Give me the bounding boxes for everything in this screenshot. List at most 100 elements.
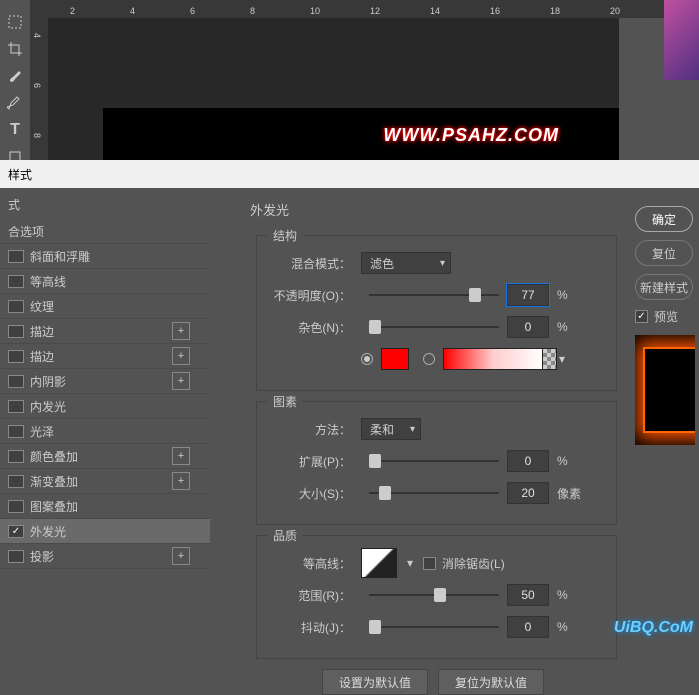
- cancel-button[interactable]: 复位: [635, 240, 693, 266]
- opacity-slider[interactable]: [369, 294, 499, 296]
- jitter-label: 抖动(J)：: [271, 619, 361, 636]
- chevron-down-icon[interactable]: ▾: [407, 556, 413, 570]
- add-icon[interactable]: +: [172, 547, 190, 565]
- settings-panel: 外发光 结构 混合模式： 滤色 不透明度(O)： % 杂色(N)： %: [210, 188, 629, 641]
- transparency-icon: [543, 348, 557, 370]
- toolbar: T: [0, 0, 30, 160]
- preview-checkbox[interactable]: [635, 310, 648, 323]
- checkbox-icon[interactable]: [8, 475, 24, 488]
- add-icon[interactable]: +: [172, 322, 190, 340]
- checkbox-icon[interactable]: [8, 550, 24, 563]
- new-style-button[interactable]: 新建样式: [635, 274, 693, 300]
- add-icon[interactable]: +: [172, 447, 190, 465]
- styles-list: 式 合选项 斜面和浮雕 等高线 纹理 描边+ 描边+ 内阴影+ 内发光 光泽 颜…: [0, 188, 210, 641]
- jitter-input[interactable]: [507, 616, 549, 638]
- style-bevel[interactable]: 斜面和浮雕: [0, 244, 210, 269]
- styles-header: 式: [0, 188, 210, 219]
- style-gradient-overlay[interactable]: 渐变叠加+: [0, 469, 210, 494]
- size-label: 大小(S)：: [271, 485, 361, 502]
- range-label: 范围(R)：: [271, 587, 361, 604]
- style-inner-shadow[interactable]: 内阴影+: [0, 369, 210, 394]
- contour-swatch[interactable]: [361, 548, 397, 578]
- checkbox-icon[interactable]: [8, 300, 24, 313]
- preview-label: 预览: [654, 308, 678, 325]
- range-slider[interactable]: [369, 594, 499, 596]
- method-label: 方法：: [271, 421, 361, 438]
- checkbox-icon[interactable]: [8, 400, 24, 413]
- ruler-horizontal: 2 4 6 8 10 12 14 16 18 20: [30, 0, 699, 18]
- add-icon[interactable]: +: [172, 472, 190, 490]
- spread-slider[interactable]: [369, 460, 499, 462]
- quality-group: 品质 等高线： ▾ 消除锯齿(L) 范围(R)： % 抖动(J)： %: [256, 535, 617, 659]
- elements-group: 图素 方法： 柔和 扩展(P)： % 大小(S)： 像素: [256, 401, 617, 525]
- opacity-input[interactable]: [507, 284, 549, 306]
- jitter-slider[interactable]: [369, 626, 499, 628]
- antialias-checkbox[interactable]: [423, 557, 436, 570]
- spread-input[interactable]: [507, 450, 549, 472]
- style-drop-shadow[interactable]: 投影+: [0, 544, 210, 569]
- checkbox-icon[interactable]: [8, 425, 24, 438]
- chevron-down-icon[interactable]: ▾: [559, 352, 565, 366]
- sample-text: WWW.PSAHZ.COM: [383, 125, 559, 146]
- style-inner-glow[interactable]: 内发光: [0, 394, 210, 419]
- blend-mode-label: 混合模式：: [271, 255, 361, 272]
- preview-box: [635, 335, 695, 445]
- group-title-structure: 结构: [267, 227, 303, 244]
- noise-input[interactable]: [507, 316, 549, 338]
- range-input[interactable]: [507, 584, 549, 606]
- group-title-elements: 图素: [267, 393, 303, 410]
- color-radio-gradient[interactable]: [423, 353, 435, 365]
- structure-group: 结构 混合模式： 滤色 不透明度(O)： % 杂色(N)： %: [256, 235, 617, 391]
- add-icon[interactable]: +: [172, 372, 190, 390]
- layer-style-dialog: 式 合选项 斜面和浮雕 等高线 纹理 描边+ 描边+ 内阴影+ 内发光 光泽 颜…: [0, 188, 699, 641]
- checkbox-icon[interactable]: [8, 275, 24, 288]
- opacity-label: 不透明度(O)：: [271, 287, 361, 304]
- thumbnail-preview: [664, 0, 699, 80]
- size-input[interactable]: [507, 482, 549, 504]
- dialog-title: 样式: [8, 166, 32, 183]
- style-stroke-1[interactable]: 描边+: [0, 319, 210, 344]
- style-color-overlay[interactable]: 颜色叠加+: [0, 444, 210, 469]
- brush-tool[interactable]: [2, 63, 28, 89]
- style-satin[interactable]: 光泽: [0, 419, 210, 444]
- size-slider[interactable]: [369, 492, 499, 494]
- ruler-vertical: 4 6 8: [30, 18, 48, 160]
- color-radio-solid[interactable]: [361, 353, 373, 365]
- noise-label: 杂色(N)：: [271, 319, 361, 336]
- editor-area: T 2 4 6 8 10 12 14 16 18 20 4 6 8 WWW.PS…: [0, 0, 699, 160]
- contour-label: 等高线：: [271, 555, 361, 572]
- marquee-tool[interactable]: [2, 9, 28, 35]
- add-icon[interactable]: +: [172, 347, 190, 365]
- checkbox-icon[interactable]: [8, 325, 24, 338]
- style-stroke-2[interactable]: 描边+: [0, 344, 210, 369]
- checkbox-icon[interactable]: [8, 375, 24, 388]
- checkbox-icon[interactable]: [8, 450, 24, 463]
- blend-mode-dropdown[interactable]: 滤色: [361, 252, 451, 274]
- text-tool[interactable]: T: [2, 117, 28, 143]
- color-swatch[interactable]: [381, 348, 409, 370]
- checkbox-icon[interactable]: [8, 250, 24, 263]
- style-contour[interactable]: 等高线: [0, 269, 210, 294]
- style-pattern-overlay[interactable]: 图案叠加: [0, 494, 210, 519]
- watermark: UiBQ.CoM: [614, 619, 693, 637]
- antialias-label: 消除锯齿(L): [442, 555, 505, 572]
- style-outer-glow[interactable]: 外发光: [0, 519, 210, 544]
- checkbox-icon[interactable]: [8, 350, 24, 363]
- ok-button[interactable]: 确定: [635, 206, 693, 232]
- canvas-content: WWW.PSAHZ.COM: [103, 108, 619, 163]
- spread-label: 扩展(P)：: [271, 453, 361, 470]
- panel-title: 外发光: [222, 196, 617, 229]
- noise-slider[interactable]: [369, 326, 499, 328]
- reset-default-button[interactable]: 复位为默认值: [438, 669, 544, 695]
- checkbox-icon[interactable]: [8, 525, 24, 538]
- style-blend-options[interactable]: 合选项: [0, 219, 210, 244]
- right-panel: 确定 复位 新建样式 预览: [629, 188, 699, 641]
- set-default-button[interactable]: 设置为默认值: [322, 669, 428, 695]
- crop-tool[interactable]: [2, 36, 28, 62]
- gradient-swatch[interactable]: [443, 348, 543, 370]
- style-texture[interactable]: 纹理: [0, 294, 210, 319]
- canvas[interactable]: WWW.PSAHZ.COM: [48, 18, 619, 160]
- checkbox-icon[interactable]: [8, 500, 24, 513]
- method-dropdown[interactable]: 柔和: [361, 418, 421, 440]
- pen-tool[interactable]: [2, 90, 28, 116]
